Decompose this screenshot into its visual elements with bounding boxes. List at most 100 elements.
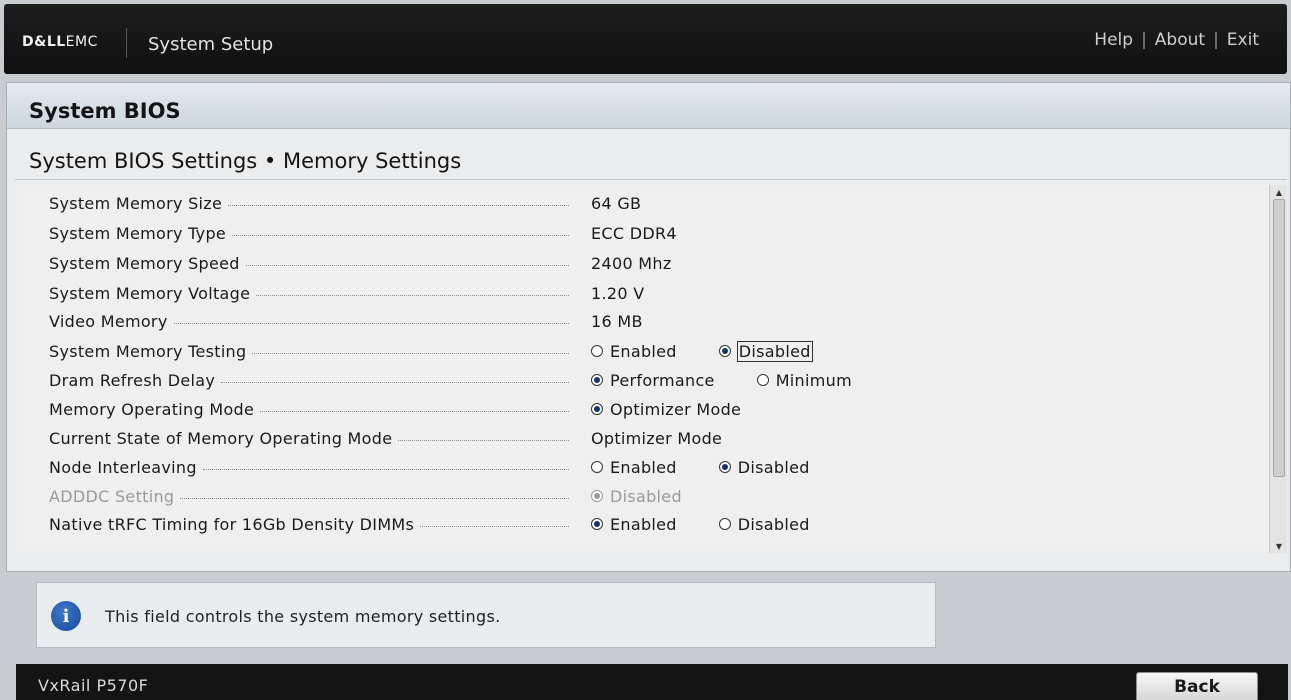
radio-selected-icon[interactable] (718, 345, 731, 357)
setting-label-text: Native tRFC Timing for 16Gb Density DIMM… (49, 514, 415, 534)
radio-option[interactable]: Optimizer Mode (591, 400, 741, 419)
setting-label: System Memory Size (49, 191, 569, 215)
setting-label: Memory Operating Mode (49, 397, 569, 421)
setting-label: Dram Refresh Delay (49, 368, 569, 392)
settings-list: System Memory Size 64 GB System Memory Typ… (17, 185, 1269, 551)
radio-selected-icon[interactable] (591, 518, 603, 530)
setting-label: Node Interleaving (49, 455, 569, 479)
back-button[interactable]: Back (1136, 672, 1258, 700)
radio-unselected-icon[interactable] (591, 461, 603, 473)
radio-selected-icon[interactable] (591, 403, 603, 415)
leader-dots (245, 264, 569, 266)
about-link[interactable]: About (1155, 30, 1205, 50)
setting-radio-group: Performance Minimum (591, 368, 852, 392)
radio-option-label: Minimum (775, 370, 852, 390)
section-title: System BIOS Settings • Memory Settings (29, 149, 462, 173)
leader-dots (173, 322, 569, 324)
leader-dots (252, 352, 569, 354)
scroll-thumb[interactable] (1273, 199, 1285, 477)
radio-option-label: Disabled (610, 486, 682, 506)
setting-label: System Memory Speed (49, 251, 569, 275)
radio-unselected-icon[interactable] (591, 345, 603, 357)
radio-option[interactable]: Disabled (718, 514, 810, 534)
leader-dots (202, 468, 569, 470)
leader-dots (398, 439, 569, 441)
radio-option-label: Performance (610, 370, 715, 390)
setting-label: Native tRFC Timing for 16Gb Density DIMM… (49, 512, 569, 536)
radio-selected-icon[interactable] (718, 461, 731, 473)
setting-radio-group: Enabled Disabled (591, 339, 813, 363)
setting-label-text: System Memory Testing (49, 341, 247, 361)
setting-label: System Memory Testing (49, 339, 569, 363)
setting-label: Video Memory (49, 309, 569, 333)
scroll-down-arrow-icon[interactable]: ▼ (1270, 539, 1288, 553)
leader-dots (420, 525, 569, 527)
radio-option[interactable]: Minimum (756, 370, 852, 390)
setting-value: ECC DDR4 (591, 223, 677, 243)
header-links: Help | About | Exit (1094, 30, 1259, 50)
radio-option[interactable]: Disabled (718, 457, 810, 477)
radio-selected-icon (591, 490, 603, 502)
setting-label: System Memory Voltage (49, 281, 569, 305)
radio-option[interactable]: Performance (591, 371, 715, 390)
bottom-bar: VxRail P570F Back (16, 664, 1288, 700)
setting-value: 2400 Mhz (591, 253, 672, 273)
page-header: System BIOS (7, 83, 1290, 129)
main-panel: System BIOS System BIOS Settings • Memor… (6, 82, 1291, 572)
leader-dots (228, 204, 569, 206)
radio-option-label: Disabled (736, 340, 813, 362)
link-separator: | (1141, 30, 1147, 50)
setting-label-text: Node Interleaving (49, 457, 197, 477)
setting-label-text: System Memory Type (49, 223, 227, 243)
help-text: This field controls the system memory se… (105, 607, 501, 626)
setting-label-text: Video Memory (49, 311, 168, 331)
setting-label-text: Dram Refresh Delay (49, 370, 216, 390)
setting-row: Current State of Memory Operating Mode Op… (17, 426, 1267, 450)
top-header-bar: D&LLEMC System Setup Help | About | Exit (4, 4, 1287, 74)
setting-radio-group: Disabled (591, 484, 682, 508)
settings-scrollbar[interactable]: ▲ ▼ (1269, 185, 1287, 553)
setting-row: Dram Refresh Delay Performance Minimum (17, 368, 1267, 392)
setting-value: 64 GB (591, 193, 642, 213)
radio-option-label: Disabled (737, 457, 810, 477)
radio-option[interactable]: Enabled (591, 515, 677, 534)
system-model: VxRail P570F (38, 676, 149, 695)
radio-unselected-icon[interactable] (718, 518, 731, 530)
leader-dots (232, 234, 569, 236)
radio-option: Disabled (591, 487, 682, 506)
radio-option-label: Disabled (737, 514, 810, 534)
setting-row: ADDDC Setting Disabled (17, 484, 1267, 508)
setting-label-text: System Memory Speed (49, 253, 240, 273)
radio-option[interactable]: Enabled (591, 342, 677, 361)
setting-label: System Memory Type (49, 221, 569, 245)
radio-unselected-icon[interactable] (756, 374, 769, 386)
setting-row: Native tRFC Timing for 16Gb Density DIMM… (17, 512, 1267, 536)
app-title: System Setup (148, 34, 274, 55)
setting-row: System Memory Size 64 GB (17, 191, 1267, 215)
dell-emc-logo: D&LLEMC (22, 34, 98, 50)
radio-selected-icon[interactable] (591, 374, 603, 386)
radio-option[interactable]: Enabled (591, 458, 677, 477)
setting-label: Current State of Memory Operating Mode (49, 426, 569, 450)
radio-option-label: Enabled (610, 514, 677, 534)
leader-dots (221, 381, 569, 383)
help-link[interactable]: Help (1094, 30, 1133, 50)
info-icon: i (51, 601, 81, 631)
page-title: System BIOS (29, 99, 181, 123)
exit-link[interactable]: Exit (1227, 30, 1259, 50)
setting-row: System Memory Type ECC DDR4 (17, 221, 1267, 245)
radio-option[interactable]: Disabled (718, 340, 813, 362)
setting-radio-group: Enabled Disabled (591, 455, 810, 479)
setting-row: System Memory Speed 2400 Mhz (17, 251, 1267, 275)
link-separator: | (1213, 30, 1219, 50)
setting-label-text: System Memory Voltage (49, 283, 251, 303)
setting-row: Memory Operating Mode Optimizer Mode (17, 397, 1267, 421)
scroll-up-arrow-icon[interactable]: ▲ (1270, 185, 1288, 199)
setting-radio-group: Enabled Disabled (591, 512, 810, 536)
setting-row: System Memory Testing Enabled Disabled (17, 339, 1267, 363)
logo-emc-text: EMC (65, 34, 98, 50)
radio-option-label: Enabled (610, 457, 677, 477)
leader-dots (260, 410, 569, 412)
setting-value: Optimizer Mode (591, 428, 723, 448)
setting-label: ADDDC Setting (49, 484, 569, 508)
